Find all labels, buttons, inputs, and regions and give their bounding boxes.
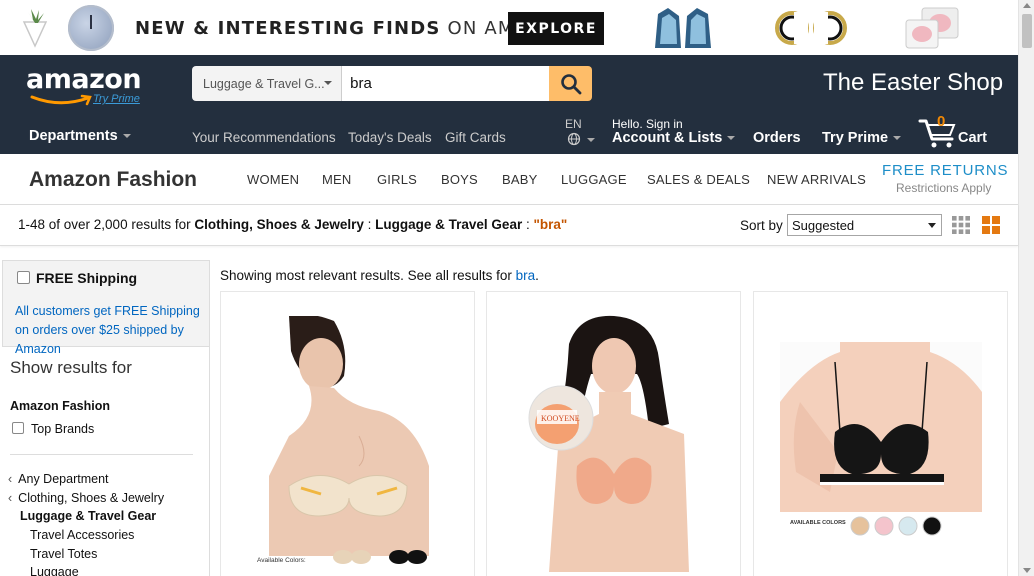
- scroll-down-arrow-icon[interactable]: [1023, 568, 1031, 573]
- swatch-label: Available Colors:: [257, 557, 306, 564]
- search-query-text: "bra": [533, 217, 568, 232]
- product-image[interactable]: Available Colors:: [249, 316, 449, 568]
- departments-menu[interactable]: Departments: [29, 128, 131, 144]
- free-shipping-label[interactable]: FREE Shipping: [36, 270, 137, 286]
- search-icon: [560, 73, 581, 94]
- subnav-item-men[interactable]: MEN: [322, 172, 352, 187]
- brain-coasters-image: [905, 7, 959, 49]
- free-shipping-checkbox[interactable]: [17, 271, 30, 284]
- free-shipping-description[interactable]: All customers get FREE Shipping on order…: [15, 302, 209, 359]
- language-code[interactable]: EN: [565, 117, 582, 131]
- category-travel-accessories[interactable]: Travel Accessories: [30, 528, 134, 542]
- sort-by-label: Sort by: [740, 218, 783, 233]
- nav-link-recommendations[interactable]: Your Recommendations: [192, 130, 336, 145]
- top-brands-checkbox[interactable]: [12, 422, 24, 434]
- top-navbar: amazon Try Prime Luggage & Travel G... T…: [0, 55, 1018, 154]
- showing-results-notice: Showing most relevant results. See all r…: [220, 268, 539, 283]
- chevron-down-icon: [893, 136, 902, 141]
- subnav-item-boys[interactable]: BOYS: [441, 172, 478, 187]
- nav-link-todays-deals[interactable]: Today's Deals: [348, 130, 432, 145]
- chevron-left-icon: ‹: [8, 472, 13, 486]
- fashion-store-title[interactable]: Amazon Fashion: [29, 168, 197, 192]
- try-prime-label: Try Prime: [822, 130, 889, 146]
- sidebar-separator: [10, 454, 193, 455]
- swatch-label: AVAILABLE COLORS: [790, 520, 846, 526]
- breadcrumb-category[interactable]: Clothing, Shoes & Jewelry: [194, 217, 364, 232]
- search-bar: Luggage & Travel G...: [192, 66, 592, 101]
- subnav-item-new-arrivals[interactable]: NEW ARRIVALS: [767, 172, 866, 187]
- amazon-fashion-heading: Amazon Fashion: [10, 399, 111, 413]
- search-input[interactable]: [342, 66, 550, 101]
- breadcrumb-subcategory[interactable]: Luggage & Travel Gear: [375, 217, 522, 232]
- category-luggage[interactable]: Luggage: [30, 565, 79, 576]
- search-button[interactable]: [549, 66, 592, 101]
- gallery-view-icon[interactable]: [982, 216, 1000, 234]
- restrictions-apply-text: Restrictions Apply: [896, 181, 992, 195]
- category-travel-totes[interactable]: Travel Totes: [30, 547, 97, 561]
- product-brand-label: KOOYENE: [541, 414, 580, 423]
- product-image[interactable]: KOOYENE: [519, 314, 709, 572]
- product-image[interactable]: AVAILABLE COLORS: [780, 342, 982, 542]
- chevron-down-icon: [324, 81, 333, 85]
- sort-dropdown[interactable]: Suggested: [787, 214, 942, 236]
- try-prime-menu[interactable]: Try Prime: [822, 130, 902, 146]
- smile-arrow-icon: [30, 94, 92, 106]
- cart-count: 0: [937, 113, 946, 130]
- category-label: Any Department: [18, 472, 109, 486]
- subnav-item-baby[interactable]: BABY: [502, 172, 537, 187]
- account-lists-label: Account & Lists: [612, 130, 723, 146]
- cart-label: Cart: [958, 130, 988, 146]
- globe-icon[interactable]: [567, 132, 597, 146]
- chevron-down-icon: [727, 136, 736, 141]
- subnav-item-sales-deals[interactable]: SALES & DEALS: [647, 172, 750, 187]
- cart-button[interactable]: 0 Cart: [918, 113, 998, 149]
- results-count: 1-48 of over 2,000 results for Clothing,…: [18, 217, 568, 232]
- product-card[interactable]: Available Colors:: [220, 291, 475, 576]
- subnav-item-luggage[interactable]: LUGGAGE: [561, 172, 627, 187]
- scroll-thumb[interactable]: [1022, 14, 1032, 48]
- free-shipping-filter: FREE Shipping All customers get FREE Shi…: [2, 260, 210, 356]
- sidebar-divider: [209, 260, 210, 576]
- easter-shop-promo[interactable]: The Easter Shop: [823, 69, 1003, 97]
- amazon-logo[interactable]: amazon Try Prime: [26, 64, 156, 109]
- search-category-label: Luggage & Travel G...: [203, 76, 325, 91]
- geode-bookends-image: [655, 8, 711, 48]
- logo-wordmark: amazon: [26, 64, 142, 95]
- product-card[interactable]: AVAILABLE COLORS: [753, 291, 1008, 576]
- see-all-results-link[interactable]: bra: [516, 268, 536, 283]
- grid-view-icon[interactable]: [952, 216, 970, 234]
- chevron-left-icon: ‹: [8, 491, 13, 505]
- scroll-up-arrow-icon[interactable]: [1023, 3, 1031, 8]
- product-card[interactable]: KOOYENE: [486, 291, 741, 576]
- category-label: Clothing, Shoes & Jewelry: [18, 491, 165, 505]
- category-clothing[interactable]: ‹ Clothing, Shoes & Jewelry: [8, 491, 164, 505]
- chevron-down-icon: [122, 134, 131, 139]
- page-scrollbar[interactable]: [1018, 0, 1034, 576]
- promo-banner[interactable]: NEW & INTERESTING FINDS ON AMAZON EXPLOR…: [0, 0, 1018, 55]
- try-prime-link[interactable]: Try Prime: [93, 93, 140, 105]
- results-bar: 1-48 of over 2,000 results for Clothing,…: [0, 205, 1018, 246]
- amazon-page: NEW & INTERESTING FINDS ON AMAZON EXPLOR…: [0, 0, 1034, 576]
- clock-image: [68, 5, 114, 51]
- category-luggage-travel-gear[interactable]: Luggage & Travel Gear: [20, 509, 156, 523]
- free-returns-banner[interactable]: FREE RETURNS: [882, 162, 1008, 179]
- orders-link[interactable]: Orders: [753, 130, 801, 146]
- fashion-subnav: Amazon Fashion WOMEN MEN GIRLS BOYS BABY…: [0, 154, 1018, 205]
- nav-link-gift-cards[interactable]: Gift Cards: [445, 130, 506, 145]
- search-category-dropdown[interactable]: Luggage & Travel G...: [192, 66, 343, 101]
- category-any-department[interactable]: ‹ Any Department: [8, 472, 109, 486]
- plant-image: [22, 9, 48, 48]
- show-results-heading: Show results for: [10, 358, 132, 377]
- promo-headline: NEW & INTERESTING FINDS ON AMAZON: [135, 18, 572, 39]
- account-lists-menu[interactable]: Account & Lists: [612, 130, 736, 146]
- subnav-item-women[interactable]: WOMEN: [247, 172, 299, 187]
- explore-button[interactable]: EXPLORE: [508, 12, 604, 45]
- sort-value: Suggested: [792, 217, 855, 233]
- chevron-down-icon: [928, 223, 936, 228]
- subnav-item-girls[interactable]: GIRLS: [377, 172, 417, 187]
- hello-sign-in[interactable]: Hello. Sign in: [612, 117, 683, 131]
- departments-label: Departments: [29, 128, 118, 144]
- earrings-image: [775, 11, 847, 45]
- top-brands-label[interactable]: Top Brands: [31, 422, 94, 436]
